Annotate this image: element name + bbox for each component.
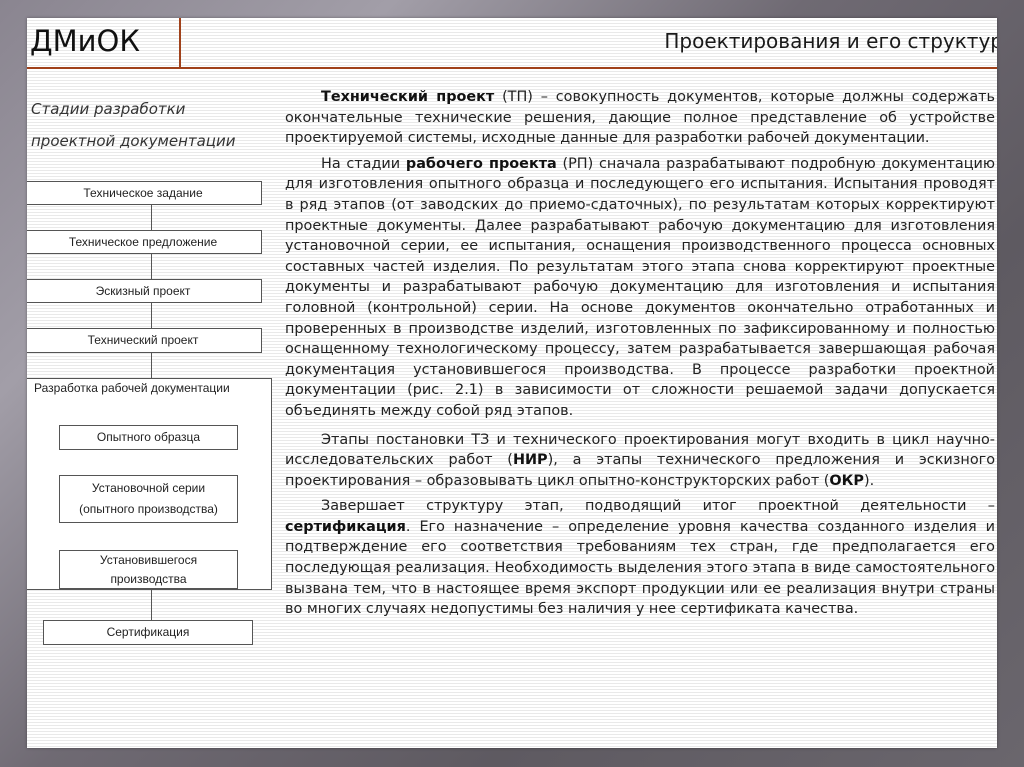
paragraph-text: Завершает структуру этап, подводящий ито… <box>321 498 995 515</box>
term-working-project: рабочего проекта <box>405 155 557 172</box>
paragraph-text: (РП) сначала разрабатывают подробную док… <box>285 155 995 419</box>
paragraph-nir-okr: Этапы постановки ТЗ и технического проек… <box>285 430 995 492</box>
term-okr: ОКР <box>829 472 864 489</box>
paragraph-technical-project: Технический проект (ТП) – совокупность д… <box>285 87 995 149</box>
substage-label: Установочной серии (опытного производств… <box>79 481 218 516</box>
slide-title: Проектирования и его структур <box>664 29 997 53</box>
substage-label: Установившегося производства <box>99 552 198 586</box>
substage-box-established-production: Установившегося производства <box>59 550 238 589</box>
diagram-title-line2: проектной документации <box>31 132 236 150</box>
stage-label: Техническое предложение <box>68 234 218 249</box>
paragraph-working-project: На стадии рабочего проекта (РП) сначала … <box>285 154 995 422</box>
connector-line <box>151 352 152 379</box>
term-nir: НИР <box>512 452 548 469</box>
substage-label: Опытного образца <box>96 430 201 444</box>
stage-label: Технический проект <box>87 333 199 347</box>
connector-line <box>151 204 152 230</box>
stage-box-certification: Сертификация <box>43 620 253 645</box>
stage-box-technical-proposal: Техническое предложение <box>27 230 262 254</box>
diagram-title: Стадии разработки проектной документации <box>31 93 236 157</box>
connector-line <box>151 253 152 279</box>
diagram-title-line1: Стадии разработки <box>31 100 186 118</box>
paragraph-certification: Завершает структуру этап, подводящий ито… <box>285 496 995 620</box>
group-label: Разработка рабочей документации <box>34 381 230 395</box>
term-certification: сертификация <box>285 518 406 535</box>
substage-box-pilot-series: Установочной серии (опытного производств… <box>59 475 238 523</box>
stage-box-technical-project: Технический проект <box>27 328 262 353</box>
substage-box-prototype: Опытного образца <box>59 425 238 450</box>
stage-label: Эскизный проект <box>95 283 191 298</box>
connector-line <box>151 303 152 329</box>
stage-box-technical-assignment: Техническое задание <box>27 181 262 205</box>
connector-line <box>151 589 152 620</box>
paragraph-text: На стадии <box>321 155 406 172</box>
body-text: Технический проект (ТП) – совокупность д… <box>285 87 995 625</box>
term-technical-project: Технический проект <box>321 89 495 105</box>
stage-label: Техническое задание <box>83 185 203 200</box>
stages-diagram: Стадии разработки проектной документации… <box>27 18 287 748</box>
stage-box-sketch-project: Эскизный проект <box>27 279 262 303</box>
paragraph-text: ). <box>863 472 875 489</box>
slide: ДМиОК Проектирования и его структур Стад… <box>27 18 997 748</box>
stage-label: Сертификация <box>106 625 190 639</box>
